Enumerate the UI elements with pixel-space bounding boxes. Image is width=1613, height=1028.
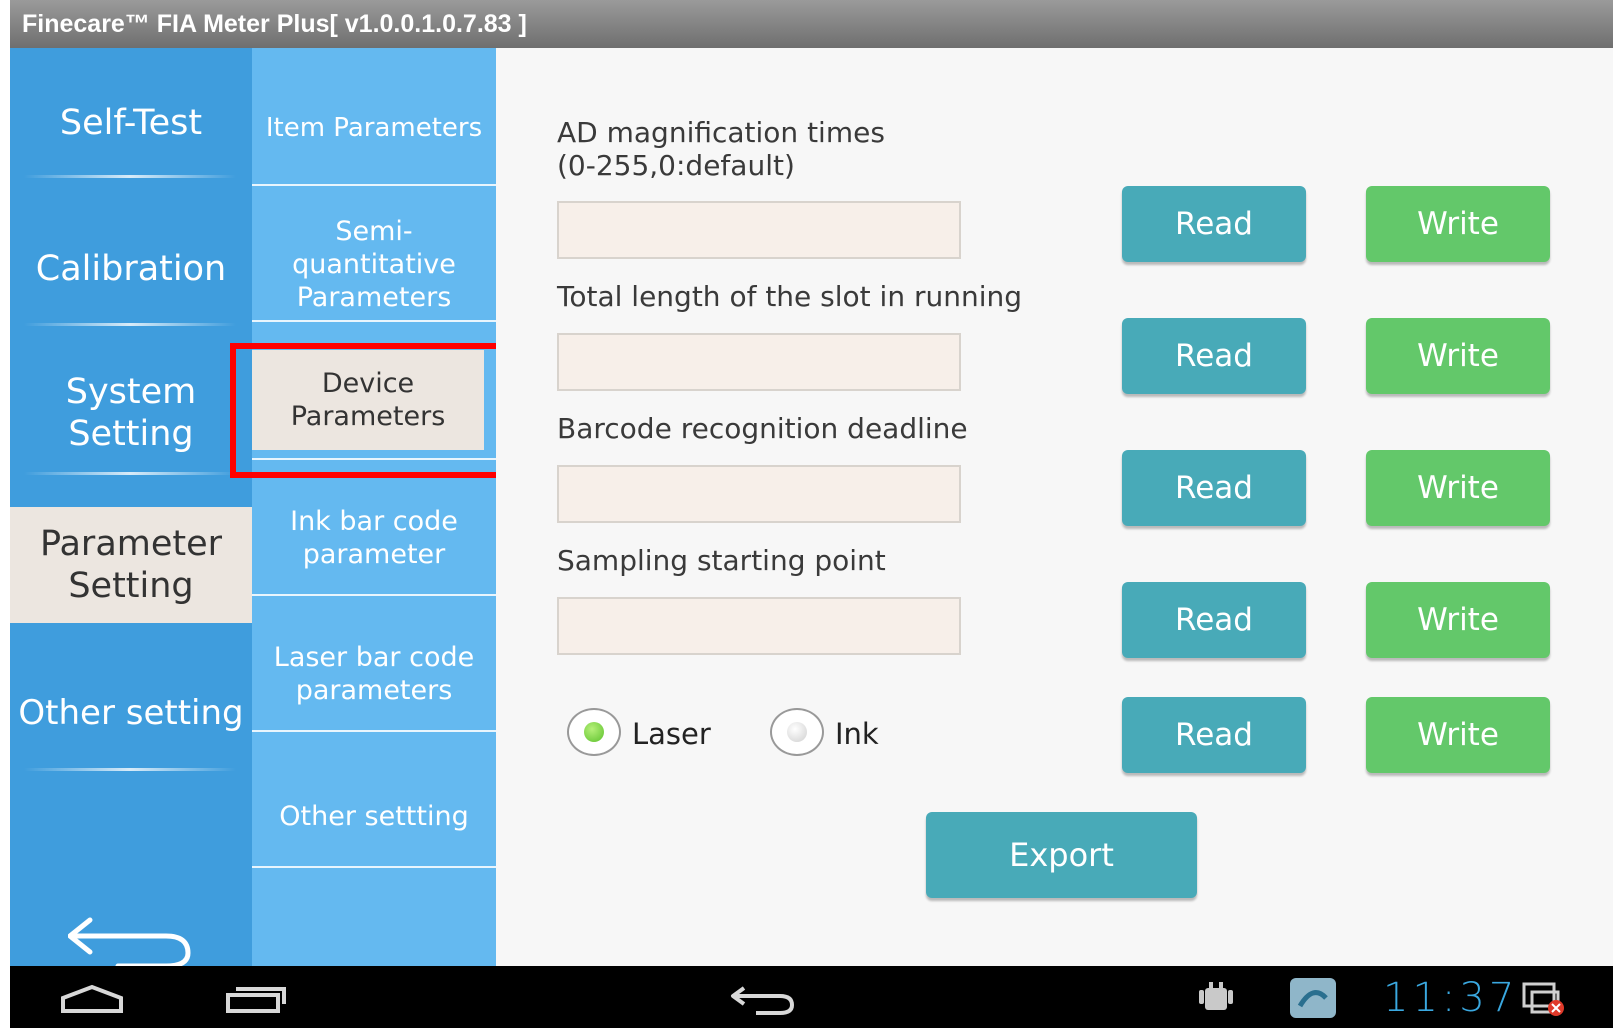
nav-other-setting[interactable]: Other setting (10, 663, 252, 763)
sub-nav-ink-bar-code[interactable]: Ink bar code parameter (252, 488, 496, 588)
write-button-barcode-type[interactable]: Write (1366, 697, 1550, 773)
laser-radio-label[interactable]: Laser (632, 716, 711, 752)
sub-nav-divider (252, 866, 496, 868)
sub-nav-item-parameters[interactable]: Item Parameters (252, 108, 496, 148)
app-notification-icon (1288, 976, 1338, 1024)
sampling-start-label: Sampling starting point (557, 544, 886, 577)
sub-nav-laser-bar-code[interactable]: Laser bar code parameters (252, 624, 496, 724)
read-button-barcode-deadline[interactable]: Read (1122, 450, 1306, 526)
slot-length-input[interactable] (557, 333, 961, 391)
ink-radio[interactable] (770, 708, 824, 756)
write-button-slot-length[interactable]: Write (1366, 318, 1550, 394)
read-button-sampling-start[interactable]: Read (1122, 582, 1306, 658)
nav-divider (24, 472, 236, 475)
ad-magnification-label: AD magnification times (0-255,0:default) (557, 116, 885, 182)
laser-radio[interactable] (567, 708, 621, 756)
sub-nav-divider (252, 730, 496, 732)
sampling-start-input[interactable] (557, 597, 961, 655)
android-debug-icon (1196, 980, 1236, 1020)
read-button-ad-magnification[interactable]: Read (1122, 186, 1306, 262)
nav-calibration[interactable]: Calibration (10, 214, 252, 324)
write-button-barcode-deadline[interactable]: Write (1366, 450, 1550, 526)
nav-self-test[interactable]: Self-Test (10, 68, 252, 178)
slot-length-label: Total length of the slot in running (557, 280, 1023, 313)
nav-divider (24, 323, 236, 326)
read-button-slot-length[interactable]: Read (1122, 318, 1306, 394)
sub-nav: Item Parameters Semi-quantitative Parame… (252, 48, 496, 966)
status-clock: 11:37 (1383, 975, 1519, 1021)
home-icon[interactable] (60, 984, 124, 1018)
write-button-ad-magnification[interactable]: Write (1366, 186, 1550, 262)
barcode-deadline-label: Barcode recognition deadline (557, 412, 968, 445)
read-button-barcode-type[interactable]: Read (1122, 697, 1306, 773)
radio-unselected-dot (787, 722, 807, 742)
sub-nav-divider (252, 320, 496, 322)
back-arrow-icon[interactable] (67, 908, 198, 969)
nav-divider (24, 768, 236, 771)
screenshot-icon (1522, 978, 1566, 1022)
sub-nav-divider (252, 184, 496, 186)
nav-system-setting[interactable]: System Setting (10, 353, 252, 473)
sub-nav-semi-quantitative[interactable]: Semi-quantitative Parameters (252, 214, 496, 314)
export-button[interactable]: Export (926, 812, 1197, 898)
sub-nav-divider (252, 594, 496, 596)
sub-nav-other-setting[interactable]: Other settting (252, 766, 496, 866)
system-navigation-bar (10, 966, 1613, 1028)
main-nav: Self-Test Calibration System Setting Par… (10, 48, 252, 969)
barcode-deadline-input[interactable] (557, 465, 961, 523)
selection-highlight (230, 343, 508, 478)
radio-selected-dot (584, 722, 604, 742)
nav-parameter-setting[interactable]: Parameter Setting (10, 507, 252, 623)
recent-apps-icon[interactable] (224, 982, 286, 1018)
write-button-sampling-start[interactable]: Write (1366, 582, 1550, 658)
ad-magnification-input[interactable] (557, 201, 961, 259)
window-title: Finecare™ FIA Meter Plus[ v1.0.0.1.0.7.8… (10, 0, 1613, 48)
nav-divider (24, 175, 236, 178)
back-icon[interactable] (730, 984, 796, 1020)
ink-radio-label[interactable]: Ink (835, 716, 879, 752)
